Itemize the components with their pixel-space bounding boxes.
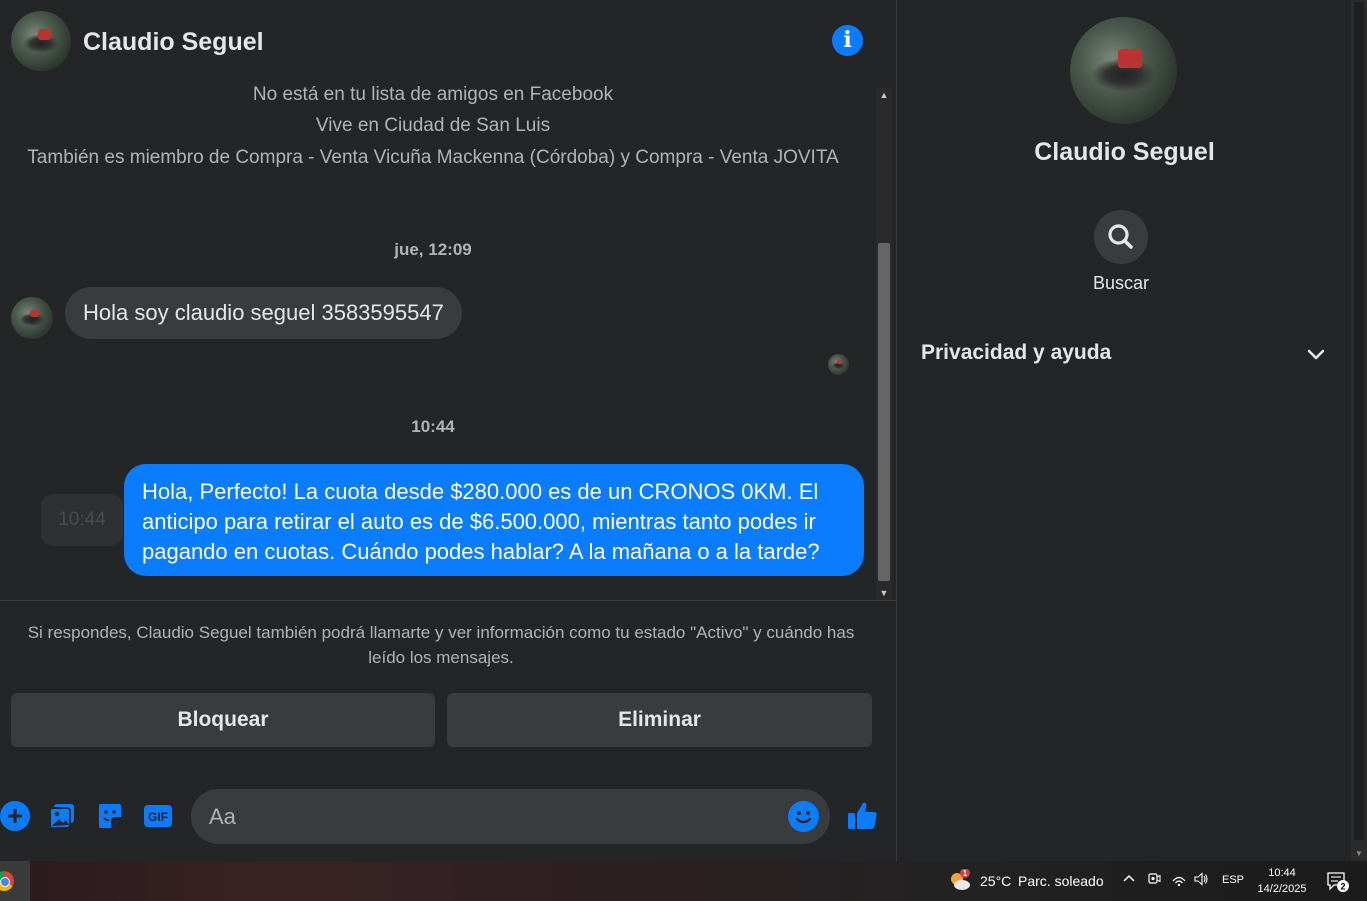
wifi-icon[interactable]	[1171, 871, 1187, 890]
sender-avatar[interactable]	[11, 297, 53, 339]
info-icon[interactable]: i	[832, 25, 863, 56]
timestamp-divider: 10:44	[411, 417, 455, 436]
weather-temperature[interactable]: 25°C	[980, 873, 1011, 889]
delete-button[interactable]: Eliminar	[447, 693, 872, 747]
contact-name[interactable]: Claudio Seguel	[83, 28, 264, 57]
volume-icon[interactable]	[1193, 871, 1209, 890]
scroll-down-icon[interactable]: ▼	[876, 586, 892, 600]
windows-taskbar: 1 25°C Parc. soleado ESP 10:44 14/2/2025…	[0, 861, 1367, 901]
notification-center-icon[interactable]: 2	[1326, 871, 1349, 892]
window-scroll-thumb[interactable]	[1354, 2, 1364, 840]
search-icon	[1108, 224, 1133, 249]
meta-not-friend: No está en tu lista de amigos en Faceboo…	[252, 84, 614, 105]
weather-icon[interactable]: 1	[948, 868, 970, 891]
notification-count: 2	[1340, 882, 1345, 892]
scroll-up-icon[interactable]: ▲	[876, 88, 892, 102]
divider	[0, 600, 896, 601]
scroll-thumb[interactable]	[878, 243, 890, 581]
timestamp-divider: jue, 12:09	[394, 240, 472, 259]
window-scrollbar[interactable]: ▼	[1351, 0, 1367, 861]
profile-avatar[interactable]	[1070, 17, 1177, 124]
image-icon[interactable]	[47, 801, 77, 831]
chevron-down-icon[interactable]	[1304, 343, 1328, 367]
contact-info-panel: Claudio Seguel Buscar Privacidad y ayuda	[896, 0, 1351, 861]
meta-groups: También es miembro de Compra - Venta Vic…	[27, 147, 839, 168]
window-scroll-down-icon[interactable]: ▼	[1354, 849, 1364, 859]
block-button[interactable]: Bloquear	[11, 693, 435, 747]
chat-header: Claudio Seguel i	[0, 0, 896, 82]
search-label[interactable]: Buscar	[897, 273, 1345, 294]
plus-icon[interactable]: +	[0, 801, 30, 831]
search-button[interactable]	[1094, 210, 1148, 264]
message-input[interactable]	[209, 789, 779, 844]
keyboard-language[interactable]: ESP	[1222, 874, 1244, 886]
like-thumb-icon[interactable]	[846, 799, 879, 832]
chevron-up-icon[interactable]	[1122, 871, 1136, 888]
emoji-icon[interactable]	[788, 801, 819, 832]
chrome-taskbar-icon[interactable]	[0, 861, 30, 901]
weather-condition[interactable]: Parc. soleado	[1018, 873, 1104, 889]
privacy-help-section[interactable]: Privacidad y ayuda	[921, 341, 1111, 365]
seen-avatar-icon	[828, 354, 849, 375]
outgoing-message[interactable]: Hola, Perfecto! La cuota desde $280.000 …	[124, 464, 864, 576]
chat-panel: Claudio Seguel i No está en tu lista de …	[0, 0, 896, 861]
incoming-message[interactable]: Hola soy claudio seguel 3583595547	[65, 287, 462, 339]
messenger-window: Claudio Seguel i No está en tu lista de …	[0, 0, 1367, 861]
profile-name[interactable]: Claudio Seguel	[897, 138, 1352, 167]
clock-time: 10:44	[1268, 867, 1296, 879]
sticker-icon[interactable]	[95, 801, 125, 831]
contact-avatar[interactable]	[11, 11, 71, 71]
message-feed: No está en tu lista de amigos en Faceboo…	[0, 82, 876, 600]
meet-now-icon[interactable]	[1147, 871, 1161, 890]
privacy-notice: Si respondes, Claudio Seguel también pod…	[27, 623, 855, 667]
weather-badge: 1	[963, 869, 968, 878]
clock[interactable]: 10:44 14/2/2025	[1256, 865, 1308, 897]
message-time-tooltip: 10:44	[41, 494, 123, 546]
composer: + GIF Aa	[0, 789, 896, 844]
feed-scrollbar[interactable]: ▲ ▼	[876, 88, 892, 600]
clock-date: 14/2/2025	[1257, 883, 1307, 895]
gif-label: GIF	[148, 810, 168, 824]
gif-icon[interactable]: GIF	[143, 801, 173, 831]
meta-location: Vive en Ciudad de San Luis	[315, 115, 551, 136]
message-input-box[interactable]	[191, 789, 830, 844]
